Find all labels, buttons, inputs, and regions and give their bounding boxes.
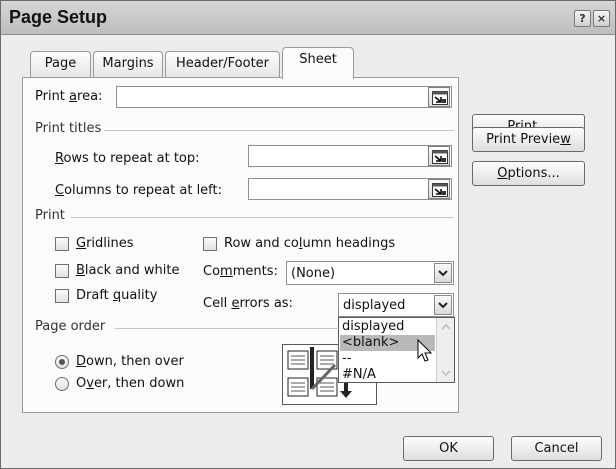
print-area-input[interactable] [116,86,452,108]
print-area-label: Print area: [35,89,103,104]
collapse-dialog-icon [432,91,448,105]
comments-label: Comments: [203,264,278,279]
tab-header-footer[interactable]: Header/Footer [165,51,280,77]
black-and-white-label: Black and white [76,263,180,278]
print-divider [71,217,454,218]
cell-errors-label: Cell errors as: [203,296,293,311]
cell-errors-option[interactable]: #N/A [340,367,435,383]
columns-to-repeat-input[interactable] [248,178,452,200]
cell-errors-option[interactable]: displayed [340,319,435,335]
rows-to-repeat-label: Rows to repeat at top: [55,151,200,166]
down-then-over-label: Down, then over [76,354,184,369]
draft-quality-checkbox[interactable] [55,289,69,303]
dialog-title: Page Setup [9,7,108,27]
columns-to-repeat-label: Columns to repeat at left: [55,183,223,198]
collapse-dialog-icon [432,183,448,197]
print-preview-button[interactable]: Print Preview [472,127,585,152]
help-button[interactable]: ? [574,10,591,27]
chevron-down-icon [438,270,448,277]
cell-errors-dropdown-list: displayed <blank> -- #N/A [338,317,455,383]
over-then-down-radio[interactable] [55,377,69,391]
page-order-section-label: Page order [35,319,106,334]
options-button[interactable]: Options... [472,161,585,186]
tab-margins[interactable]: Margins [93,51,163,77]
print-area-collapse-button[interactable] [428,87,450,107]
cell-errors-select[interactable]: displayed [338,293,454,317]
collapse-dialog-icon [432,150,448,164]
gridlines-label: Gridlines [76,236,134,251]
rows-collapse-button[interactable] [428,146,450,166]
print-section-label: Print [35,208,65,223]
down-then-over-radio[interactable] [55,355,69,369]
scroll-up-icon[interactable] [441,324,451,330]
dropdown-scrollbar[interactable] [436,318,454,382]
print-titles-section-label: Print titles [35,121,102,136]
comments-select[interactable]: (None) [286,261,454,285]
title-bar: Page Setup ? × [1,1,615,35]
over-then-down-label: Over, then down [76,376,185,391]
cancel-button[interactable]: Cancel [511,436,602,461]
chevron-down-icon [438,302,448,309]
gridlines-checkbox[interactable] [55,237,69,251]
comments-dropdown-button[interactable] [434,263,452,283]
close-button[interactable]: × [593,10,610,27]
ok-button[interactable]: OK [403,436,494,461]
page-setup-dialog: Page Setup ? × Page Margins Header/Foote… [0,0,616,469]
cell-errors-select-value: displayed [343,298,406,313]
row-column-headings-label: Row and column headings [224,236,396,251]
comments-select-value: (None) [291,266,336,281]
tab-page[interactable]: Page [30,51,91,77]
row-column-headings-checkbox[interactable] [203,237,217,251]
tab-sheet[interactable]: Sheet [282,47,354,79]
print-titles-divider [104,130,454,131]
columns-collapse-button[interactable] [428,179,450,199]
mouse-cursor-icon [417,339,433,362]
scroll-down-icon[interactable] [441,370,451,376]
draft-quality-label: Draft quality [76,288,158,303]
page-order-divider [115,328,337,329]
rows-to-repeat-input[interactable] [248,145,452,167]
black-and-white-checkbox[interactable] [55,264,69,278]
cell-errors-dropdown-button[interactable] [434,295,452,315]
